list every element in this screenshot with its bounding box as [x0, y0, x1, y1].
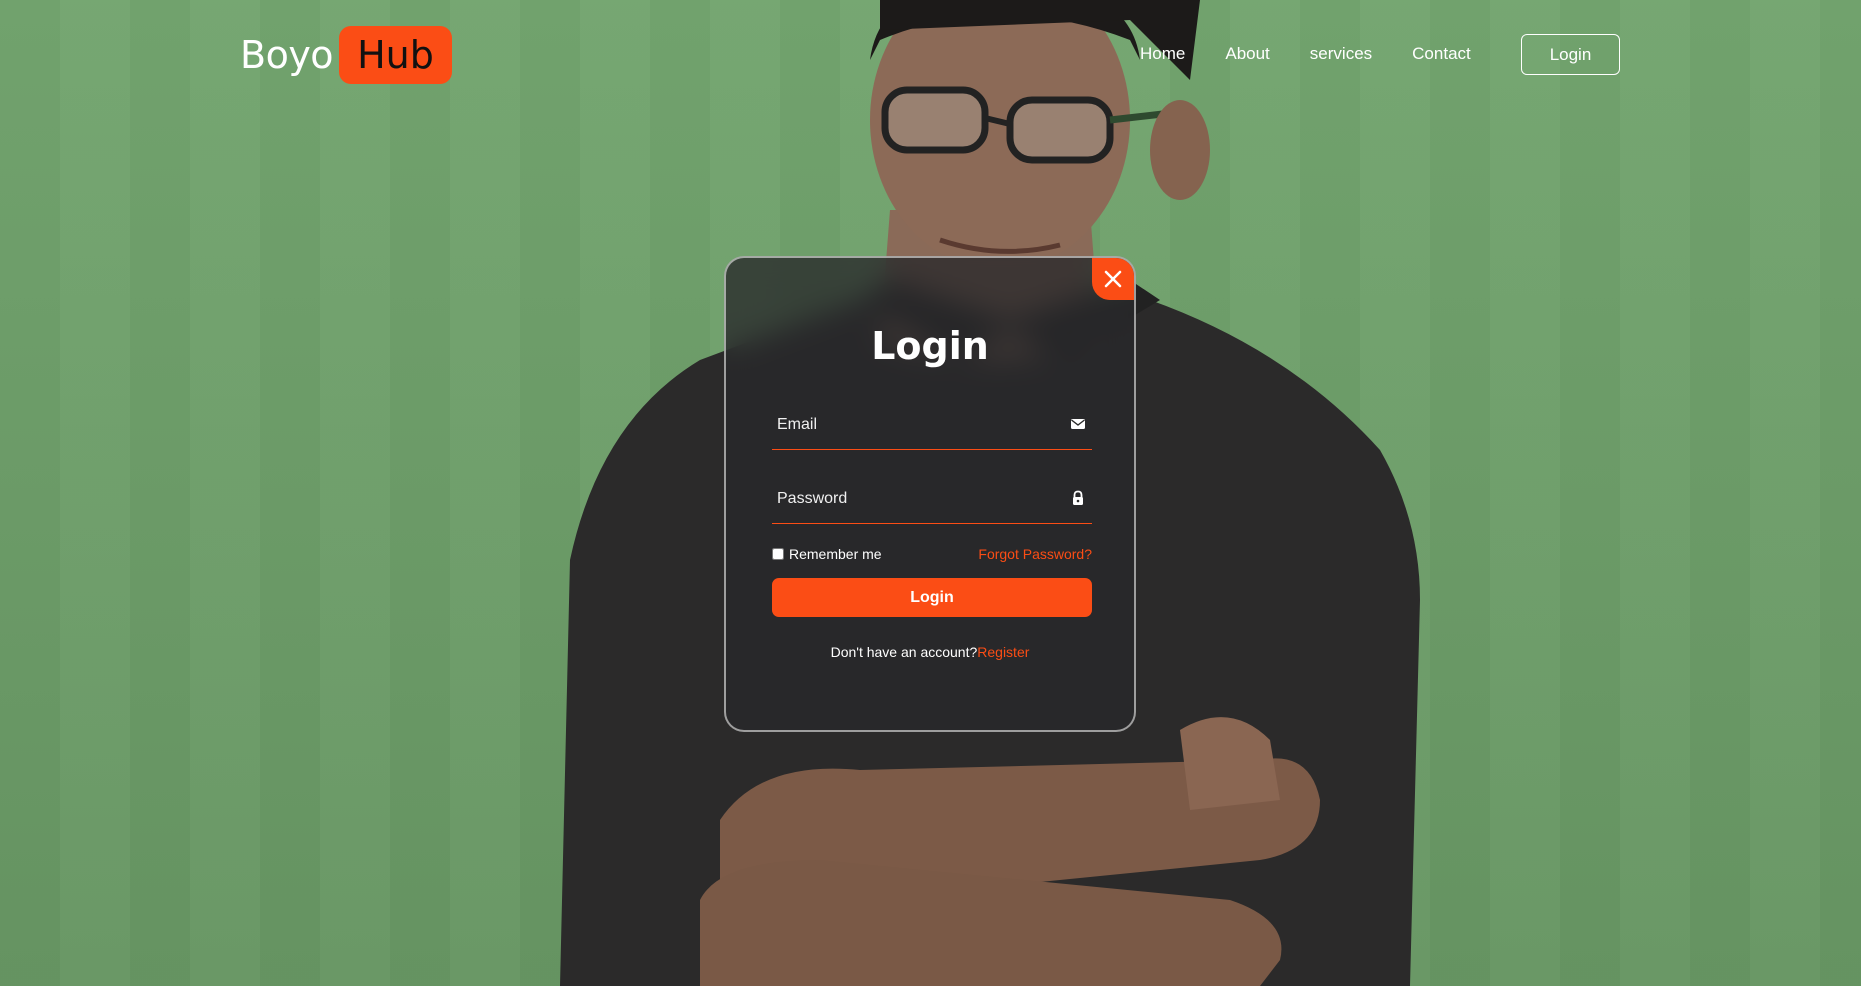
- site-header: Boyo Hub Home About services Contact Log…: [0, 0, 1861, 110]
- register-row: Don't have an account?Register: [726, 644, 1134, 660]
- lock-icon: [1073, 490, 1083, 505]
- remember-me[interactable]: Remember me: [772, 546, 882, 562]
- register-prompt: Don't have an account?: [830, 644, 978, 660]
- password-field: [772, 474, 1092, 524]
- logo-text-hub: Hub: [339, 26, 452, 84]
- logo-text-boyo: Boyo: [240, 33, 334, 77]
- logo[interactable]: Boyo Hub: [240, 26, 452, 84]
- register-link[interactable]: Register: [977, 644, 1029, 660]
- login-options: Remember me Forgot Password?: [772, 544, 1092, 564]
- nav-services[interactable]: services: [1310, 34, 1372, 74]
- nav-about[interactable]: About: [1225, 34, 1269, 74]
- main-nav: Home About services Contact: [1140, 34, 1511, 74]
- password-input[interactable]: [772, 474, 1092, 523]
- email-field: [772, 400, 1092, 450]
- modal-title: Login: [871, 324, 989, 368]
- nav-home[interactable]: Home: [1140, 34, 1185, 74]
- remember-label: Remember me: [789, 546, 882, 562]
- close-button[interactable]: [1092, 258, 1134, 300]
- envelope-icon: [1071, 419, 1085, 429]
- email-input[interactable]: [772, 400, 1092, 449]
- remember-checkbox[interactable]: [772, 548, 784, 560]
- nav-contact[interactable]: Contact: [1412, 34, 1471, 74]
- forgot-password-link[interactable]: Forgot Password?: [978, 546, 1092, 562]
- close-icon: [1104, 270, 1122, 288]
- login-modal: Login Remember me Forgot Password? Login…: [724, 256, 1136, 732]
- header-login-button[interactable]: Login: [1521, 34, 1620, 75]
- login-submit-button[interactable]: Login: [772, 578, 1092, 617]
